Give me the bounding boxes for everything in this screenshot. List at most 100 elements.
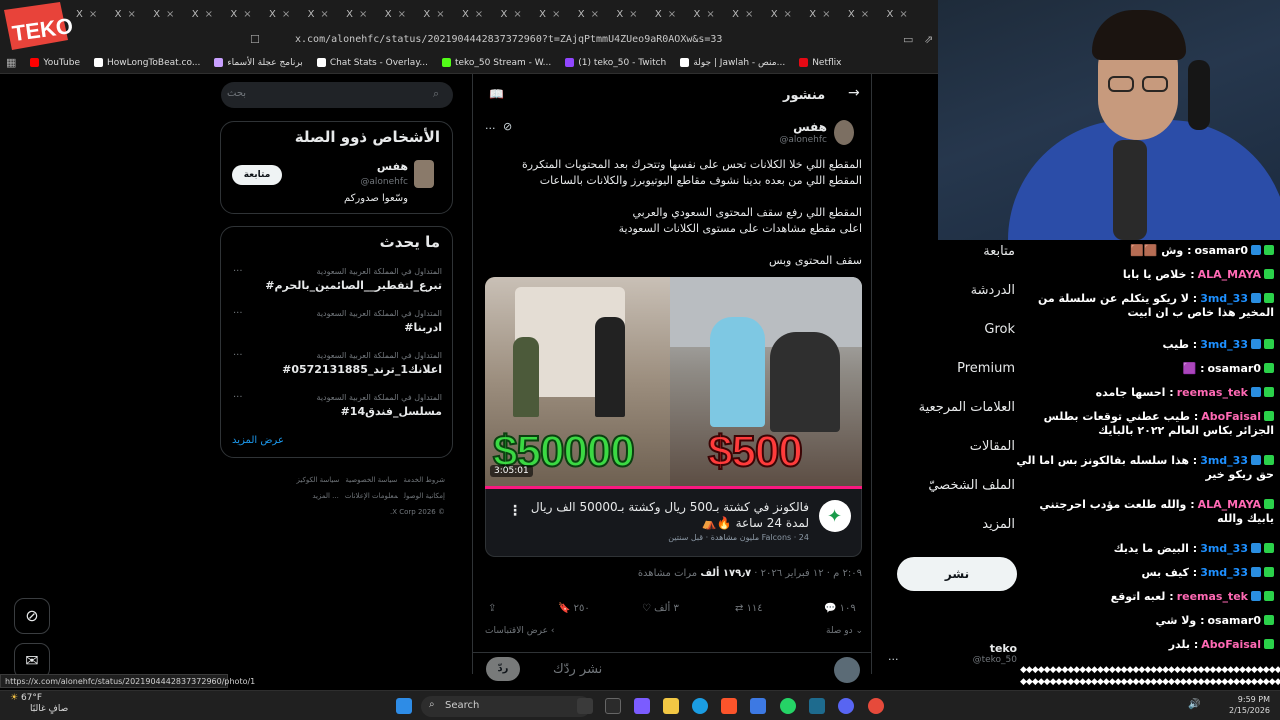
bookmark-item[interactable]: YouTube [30, 58, 80, 68]
nav-item[interactable]: الدردشة [971, 283, 1015, 298]
account-switcher[interactable]: teko @teko_50 [957, 642, 1017, 665]
footer-link[interactable]: سياسة الخصوصية [345, 476, 397, 484]
close-icon[interactable]: × [513, 9, 521, 20]
quotes-link[interactable]: عرض الاقتباسات ‹ [485, 626, 554, 636]
weather-widget[interactable]: ☀ 67°F صافٍ غالبًا [10, 693, 68, 715]
browser-tab[interactable]: X × [423, 9, 462, 20]
browser-tab[interactable]: X × [655, 9, 694, 20]
nav-item[interactable]: Premium [957, 361, 1015, 376]
footer-link[interactable]: شروط الخدمة [403, 476, 445, 484]
like-action[interactable]: ♡ ٣ ألف [642, 603, 679, 614]
bookmark-item[interactable]: Netflix [799, 58, 841, 68]
close-icon[interactable]: × [629, 9, 637, 20]
trend-item[interactable]: المتداول في المملكة العربية السعودية #اعل… [232, 351, 442, 376]
browser-tab[interactable]: X × [115, 9, 154, 20]
reader-mode-icon[interactable]: ▭ [903, 33, 913, 46]
reply-action[interactable]: 💬 ١٠٩ [824, 603, 856, 614]
falcons-channel-icon[interactable]: ✦ [819, 500, 851, 532]
bookmark-item[interactable]: جولة | Jawlah - منص... [680, 58, 785, 68]
close-icon[interactable]: × [706, 9, 714, 20]
discord-icon[interactable] [838, 698, 854, 714]
repost-action[interactable]: ⇄ ١١٤ [735, 603, 763, 614]
more-options-icon[interactable]: ... [485, 119, 496, 132]
browser-tab[interactable]: X × [616, 9, 655, 20]
apps-grid-icon[interactable]: ▦ [6, 56, 16, 69]
browser-tab[interactable]: X × [809, 9, 848, 20]
browser-tab[interactable]: X × [694, 9, 733, 20]
footer-link[interactable]: إمكانية الوصول [404, 492, 445, 500]
app-icon[interactable] [809, 698, 825, 714]
share-icon[interactable]: ⇗ [924, 33, 933, 46]
back-arrow-icon[interactable]: → [848, 85, 860, 101]
close-icon[interactable]: × [436, 9, 444, 20]
footer-link[interactable]: سياسة الكوكيز [297, 476, 340, 484]
footer-link[interactable]: ... المزيد [312, 492, 339, 500]
bookmark-item[interactable]: (1) teko_50 - Twitch [565, 58, 666, 68]
speaker-icon[interactable]: 🔊 [1188, 699, 1200, 710]
browser-tab[interactable]: X × [76, 9, 115, 20]
footer-link[interactable]: معلومات الإعلانات [345, 492, 398, 500]
close-icon[interactable]: × [205, 9, 213, 20]
close-icon[interactable]: × [475, 9, 483, 20]
video-menu-icon[interactable]: ⋮ [508, 503, 522, 519]
close-icon[interactable]: × [398, 9, 406, 20]
start-icon[interactable] [396, 698, 412, 714]
browser-tab[interactable]: X × [153, 9, 192, 20]
browser-tab[interactable]: X × [346, 9, 385, 20]
nav-item[interactable]: العلامات المرجعية [919, 400, 1015, 415]
nav-item[interactable]: متابعة [983, 244, 1015, 259]
browser-tab[interactable]: X × [771, 9, 810, 20]
trend-more-icon[interactable]: ... [233, 305, 243, 316]
copilot-icon[interactable] [605, 698, 621, 714]
trend-item[interactable]: المتداول في المملكة العربية السعودية #ادر… [232, 309, 442, 334]
widgets-icon[interactable] [634, 698, 650, 714]
footer-link[interactable]: © 2026 X Corp. [390, 508, 445, 516]
store-icon[interactable] [750, 698, 766, 714]
edge-icon[interactable] [692, 698, 708, 714]
close-icon[interactable]: × [89, 9, 97, 20]
close-icon[interactable]: × [552, 9, 560, 20]
nav-item[interactable]: المزيد [982, 517, 1015, 532]
reply-button[interactable]: ردّ [486, 657, 520, 681]
reader-icon[interactable]: 📖 [489, 87, 504, 101]
clock[interactable]: 9:59 PM 2/15/2026 [1229, 694, 1270, 716]
browser-tab[interactable]: X × [886, 9, 925, 20]
author-name[interactable]: هفس [793, 120, 827, 134]
video-thumbnail[interactable]: $50000 $500 3:05:01 [485, 277, 862, 489]
brave-icon[interactable] [721, 698, 737, 714]
account-more-icon[interactable]: ... [888, 650, 899, 663]
bookmark-star-icon[interactable]: ☐ [250, 33, 260, 46]
reply-input[interactable]: نشر ردّك [553, 662, 602, 677]
bookmark-item[interactable]: برنامج عجلة الأسماء [214, 58, 303, 68]
obs-icon[interactable] [868, 698, 884, 714]
close-icon[interactable]: × [591, 9, 599, 20]
browser-tab[interactable]: X × [230, 9, 269, 20]
close-icon[interactable]: × [822, 9, 830, 20]
close-icon[interactable]: × [745, 9, 753, 20]
bookmark-action[interactable]: 🔖 ٢٥٠ [558, 603, 590, 614]
browser-tab[interactable]: X × [308, 9, 347, 20]
related-link[interactable]: دو صلة ⌄ [826, 626, 863, 636]
browser-tab[interactable]: X × [732, 9, 771, 20]
whatsapp-icon[interactable] [780, 698, 796, 714]
show-more-link[interactable]: عرض المزيد [232, 435, 284, 446]
close-icon[interactable]: × [668, 9, 676, 20]
task-view-icon[interactable] [577, 698, 593, 714]
close-icon[interactable]: × [899, 9, 907, 20]
close-icon[interactable]: × [861, 9, 869, 20]
close-icon[interactable]: × [320, 9, 328, 20]
trend-more-icon[interactable]: ... [233, 263, 243, 274]
url-field[interactable]: x.com/alonehfc/status/202190444283737296… [295, 34, 722, 45]
search-input[interactable]: بحث ⌕ [221, 82, 453, 108]
person-avatar[interactable] [414, 160, 434, 188]
video-card[interactable]: ✦ فالكونز في كشتة بـ500 ريال وكشتة بـ500… [485, 489, 862, 557]
browser-tab[interactable]: X × [269, 9, 308, 20]
file-explorer-icon[interactable] [663, 698, 679, 714]
trend-more-icon[interactable]: ... [233, 389, 243, 400]
trend-item[interactable]: المتداول في المملكة العربية السعودية #مسل… [232, 393, 442, 418]
share-post-icon[interactable]: ⇪ [488, 603, 496, 614]
bookmark-item[interactable]: HowLongToBeat.co... [94, 58, 200, 68]
trend-item[interactable]: المتداول في المملكة العربية السعودية #تبر… [232, 267, 442, 292]
browser-tab[interactable]: X × [848, 9, 887, 20]
browser-tab[interactable]: X × [192, 9, 231, 20]
